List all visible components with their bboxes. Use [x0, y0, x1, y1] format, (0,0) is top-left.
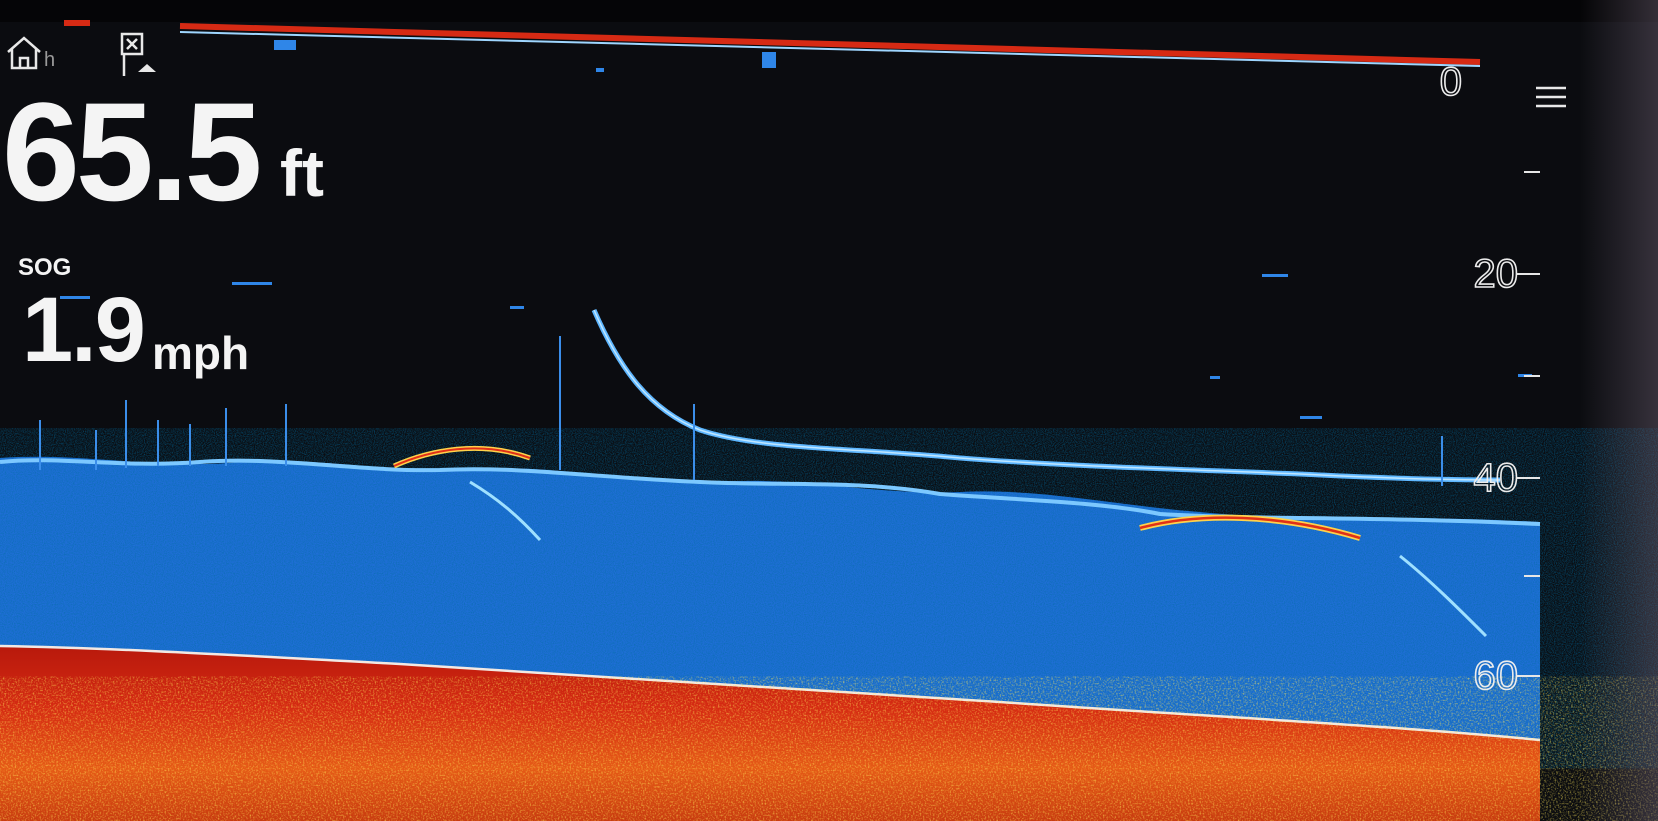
depth-readout-unit: ft	[280, 136, 324, 210]
descending-echo-line	[591, 309, 1501, 483]
surface-line-highlight	[179, 31, 1481, 67]
depth-scale-label: 20	[1473, 252, 1519, 296]
home-icon[interactable]: h	[4, 30, 66, 76]
sog-readout-unit: mph	[152, 327, 250, 379]
sog-label: SOG	[18, 254, 72, 281]
plankton-dots	[60, 40, 1532, 419]
depth-readout-value: 65.5	[2, 73, 262, 230]
scale-bezel	[1580, 0, 1658, 821]
depth-scale-label: 0	[1439, 60, 1463, 104]
sog-readout-value: 1.9	[22, 279, 146, 381]
surface-marker	[64, 20, 90, 26]
depth-scale-label: 40	[1473, 456, 1519, 500]
menu-icon[interactable]	[1532, 82, 1570, 112]
descending-echo-highlight	[593, 309, 1501, 481]
depth-scale-label: 60	[1473, 654, 1519, 698]
sonar-screen: h 65.5 ft SOG 1.9 mph 0 20 40 60	[0, 0, 1658, 821]
top-bar	[0, 0, 1658, 22]
svg-text:h: h	[44, 49, 55, 71]
surface-line	[179, 23, 1481, 65]
